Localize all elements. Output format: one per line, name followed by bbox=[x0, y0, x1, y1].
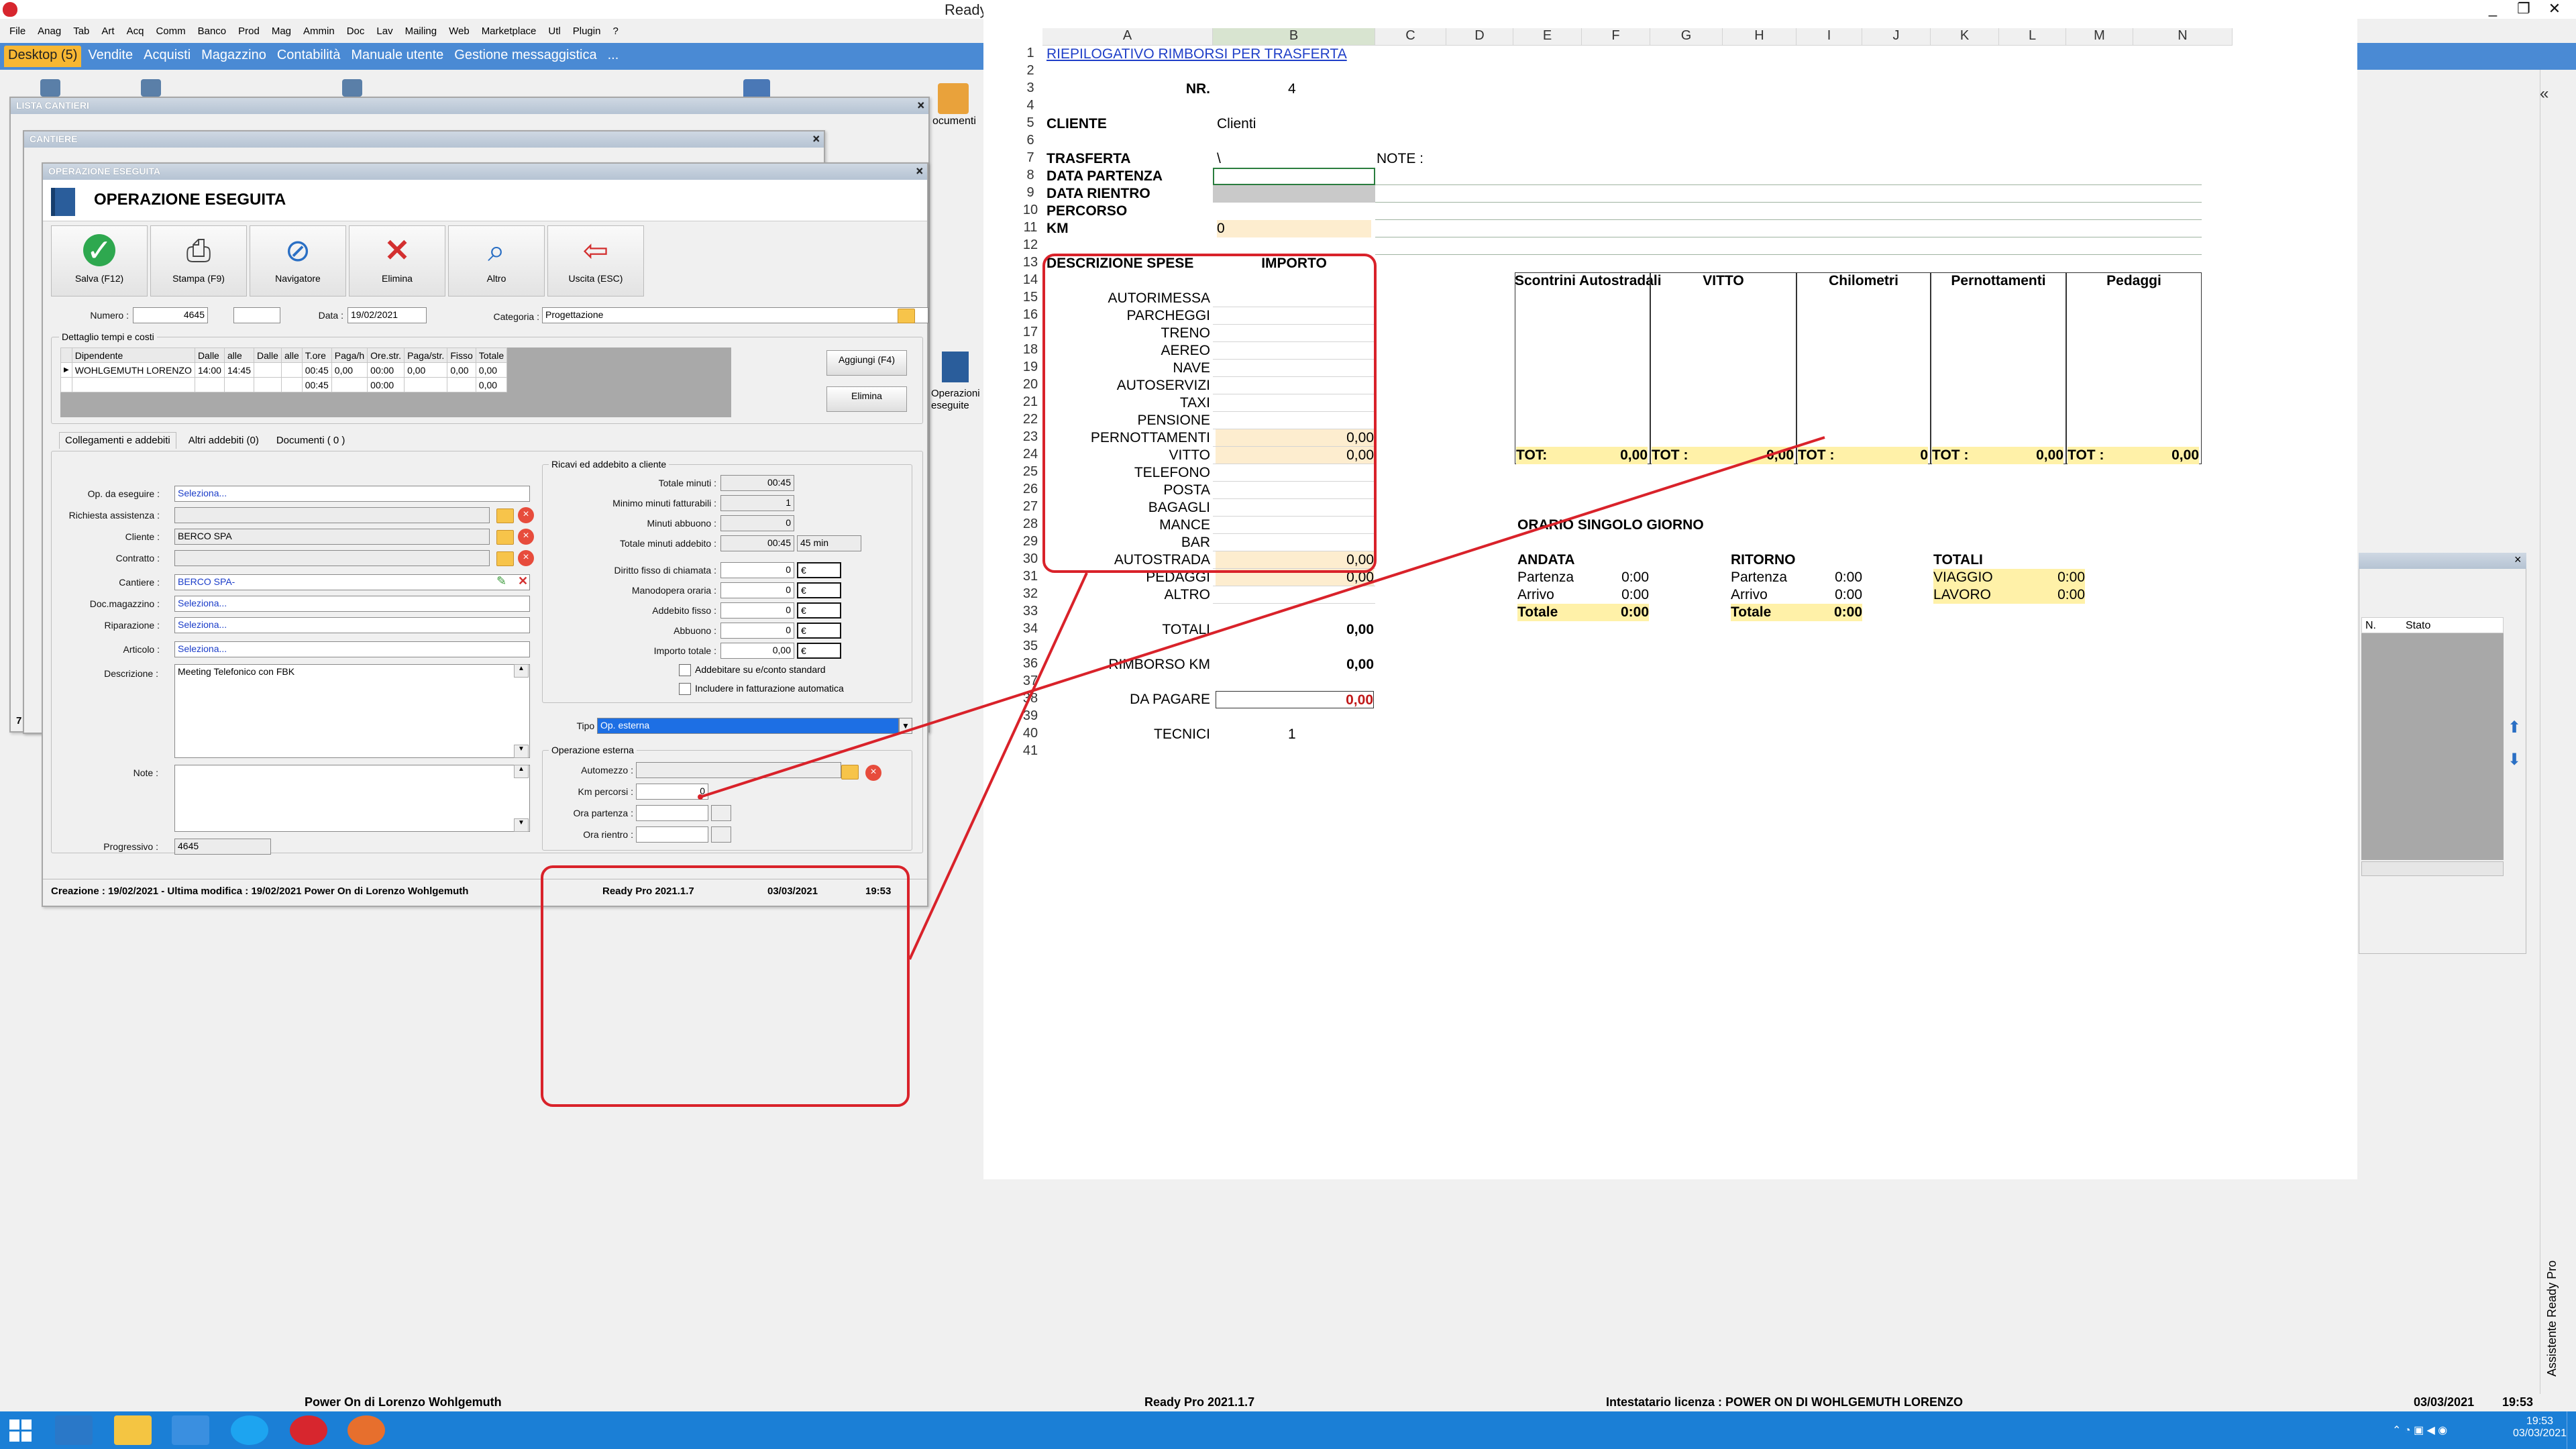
clock-time: 19:53 bbox=[2526, 1415, 2554, 1427]
firefox-icon[interactable] bbox=[347, 1415, 385, 1445]
bottom-company: Power On di Lorenzo Wohlgemuth bbox=[305, 1395, 502, 1409]
collapse-icon[interactable]: « bbox=[2540, 85, 2548, 103]
arrow-up-icon[interactable]: ⬆ bbox=[2508, 718, 2524, 737]
taskbar bbox=[0, 1411, 2576, 1449]
assistente-label[interactable]: Assistente Ready Pro bbox=[2545, 1260, 2559, 1377]
clock-date: 03/03/2021 bbox=[2513, 1428, 2567, 1439]
col-n: N. bbox=[2365, 620, 2376, 631]
close-icon[interactable]: × bbox=[2514, 553, 2522, 567]
right-panel-grid bbox=[2361, 633, 2504, 860]
strawberry-icon[interactable] bbox=[290, 1415, 327, 1445]
bottom-license: Intestatario licenza : POWER ON DI WOHLG… bbox=[1606, 1395, 1964, 1409]
annotation-lines bbox=[698, 436, 1825, 960]
right-panel-title bbox=[2359, 553, 2526, 569]
bottom-date: 03/03/2021 bbox=[2414, 1395, 2475, 1409]
arrow-down-icon[interactable]: ⬇ bbox=[2508, 750, 2524, 769]
horizontal-scrollbar[interactable] bbox=[2361, 861, 2504, 876]
right-panel-header bbox=[2361, 617, 2504, 633]
network-icon[interactable] bbox=[172, 1415, 209, 1445]
file-explorer-icon[interactable] bbox=[55, 1415, 93, 1445]
tray-icons[interactable]: ⌃ ◔ ▣ ◀ ◉ bbox=[2392, 1424, 2447, 1437]
folder-icon[interactable] bbox=[114, 1415, 152, 1445]
windows-start-icon[interactable] bbox=[9, 1419, 32, 1442]
internet-explorer-icon[interactable] bbox=[231, 1415, 268, 1445]
col-stato: Stato bbox=[2406, 620, 2431, 631]
bottom-time: 19:53 bbox=[2502, 1395, 2534, 1409]
clock[interactable]: 19:53 03/03/2021 bbox=[2513, 1415, 2567, 1440]
bottom-version: Ready Pro 2021.1.7 bbox=[1144, 1395, 1255, 1409]
show-desktop-button[interactable] bbox=[2567, 1411, 2576, 1449]
